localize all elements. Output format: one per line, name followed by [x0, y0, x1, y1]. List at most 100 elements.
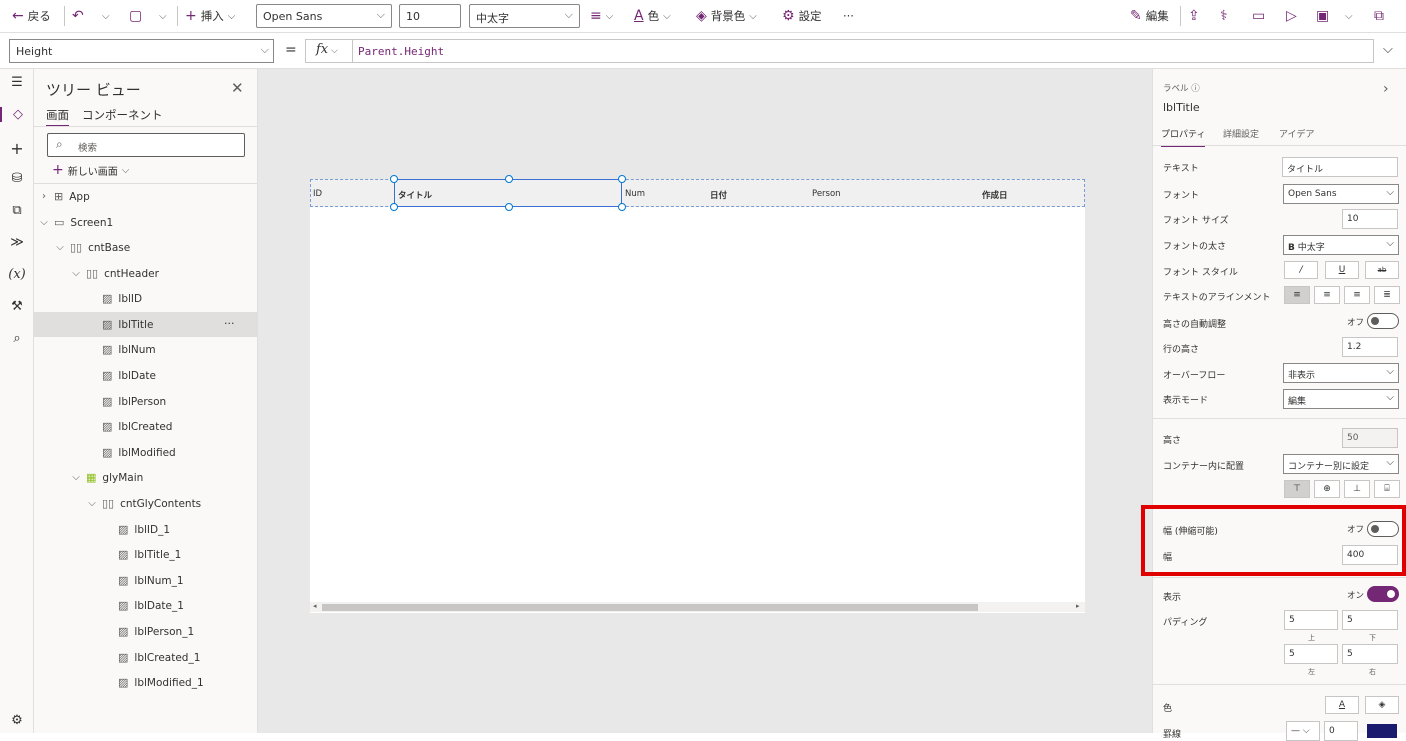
tree-item-lblperson[interactable]: ▨ lblPerson — [34, 389, 258, 414]
align-justify-button[interactable]: ≣ — [1374, 286, 1400, 304]
tree-item-lbldate-1[interactable]: ▨ lblDate_1 — [34, 593, 258, 618]
tree-item-glymain[interactable]: ⌵ ▦ glyMain — [34, 465, 258, 490]
resize-handle[interactable] — [618, 175, 626, 183]
resize-handle[interactable] — [390, 175, 398, 183]
font-dropdown[interactable]: Open Sans ⌵ — [256, 4, 392, 28]
color-button[interactable]: A 色 ⌵ — [634, 5, 671, 27]
tree-item-lblid[interactable]: ▨ lblID — [34, 286, 258, 311]
padding-bottom-input[interactable]: 5 — [1342, 610, 1398, 630]
power-automate-icon[interactable]: ≫ — [0, 235, 34, 250]
font-size-input[interactable]: 10 — [1342, 209, 1398, 229]
paste-button[interactable]: ▢ — [129, 5, 142, 27]
tree-item-lblnum-1[interactable]: ▨ lblNum_1 — [34, 568, 258, 593]
resize-handle[interactable] — [505, 203, 513, 211]
insert-button[interactable]: + 挿入 ⌵ — [185, 5, 235, 27]
tree-item-cntglycontents[interactable]: ⌵ ▯▯ cntGlyContents — [34, 491, 258, 516]
save-button[interactable]: ▣ — [1316, 5, 1329, 27]
resize-handle[interactable] — [390, 203, 398, 211]
align-top-button[interactable]: ⊤ — [1284, 480, 1310, 498]
tree-item-lblid-1[interactable]: ▨ lblID_1 — [34, 517, 258, 542]
expand-formula-button[interactable]: ⌵ — [1383, 42, 1393, 57]
font-dropdown[interactable]: Open Sans ⌵ — [1283, 184, 1399, 204]
comments-button[interactable]: ▭ — [1252, 5, 1265, 27]
undo-dropdown-button[interactable]: ⌵ — [102, 5, 110, 27]
visible-toggle[interactable] — [1367, 586, 1399, 602]
height-input[interactable]: 50 — [1342, 428, 1398, 448]
new-screen-button[interactable]: + 新しい画面 ⌵ — [52, 162, 129, 178]
tree-item-cntheader[interactable]: ⌵ ▯▯ cntHeader — [34, 261, 258, 286]
tree-item-cntbase[interactable]: ⌵ ▯▯ cntBase — [34, 235, 258, 260]
text-input[interactable]: タイトル — [1282, 157, 1398, 177]
align-middle-button[interactable]: ⊕ — [1314, 480, 1340, 498]
tree-item-lblperson-1[interactable]: ▨ lblPerson_1 — [34, 619, 258, 644]
display-mode-dropdown[interactable]: 編集 ⌵ — [1283, 389, 1399, 409]
tab-properties[interactable]: プロパティ — [1161, 127, 1206, 147]
undo-button[interactable]: ↶ — [72, 5, 84, 27]
border-thickness-input[interactable]: 0 — [1324, 721, 1358, 741]
app-checker-button[interactable]: ⚕ — [1220, 5, 1228, 27]
border-color-swatch[interactable] — [1367, 724, 1397, 738]
insert-plus-icon[interactable]: + — [0, 139, 34, 158]
app-screen[interactable]: ID タイトル Num 日付 Person 作成日 ◂ ▸ — [310, 175, 1085, 613]
padding-right-input[interactable]: 5 — [1342, 644, 1398, 664]
close-icon[interactable]: ✕ — [231, 79, 244, 97]
settings-button[interactable]: ⚙ 設定 — [782, 5, 822, 27]
search-icon[interactable]: ⌕ — [0, 331, 34, 346]
property-dropdown[interactable]: Height ⌵ — [9, 39, 274, 63]
resize-handle[interactable] — [505, 175, 513, 183]
tree-item-lbldate[interactable]: ▨ lblDate — [34, 363, 258, 388]
scrollbar-thumb[interactable] — [322, 604, 978, 611]
scroll-left-icon[interactable]: ◂ — [313, 602, 317, 610]
tree-item-lbltitle[interactable]: ▨ lblTitle ··· — [34, 312, 258, 337]
tree-item-lblcreated[interactable]: ▨ lblCreated — [34, 414, 258, 439]
overflow-dropdown[interactable]: 非表示 ⌵ — [1283, 363, 1399, 383]
more-button[interactable]: ··· — [843, 5, 854, 27]
tools-icon[interactable]: ⚒ — [0, 299, 34, 314]
align-right-button[interactable]: ≡ — [1344, 286, 1370, 304]
hamburger-icon[interactable]: ☰ — [0, 75, 34, 90]
autoheight-toggle[interactable] — [1367, 313, 1399, 329]
resize-handle[interactable] — [618, 203, 626, 211]
gear-icon[interactable]: ⚙ — [0, 713, 34, 728]
underline-button[interactable]: U — [1325, 261, 1359, 279]
chevron-right-icon[interactable]: › — [1383, 81, 1389, 97]
tree-item-lblmodified[interactable]: ▨ lblModified — [34, 440, 258, 465]
line-height-input[interactable]: 1.2 — [1342, 337, 1398, 357]
container-align-dropdown[interactable]: コンテナー別に設定 ⌵ — [1283, 454, 1399, 474]
tree-item-screen1[interactable]: ⌵ ▭ Screen1 — [34, 210, 258, 235]
align-center-button[interactable]: ≡ — [1314, 286, 1340, 304]
align-button[interactable]: ≡ ⌵ — [590, 5, 613, 27]
fill-color-button[interactable]: ◈ — [1365, 696, 1399, 714]
layers-icon[interactable]: ◇ — [0, 107, 34, 122]
align-bottom-button[interactable]: ⊥ — [1344, 480, 1370, 498]
variables-icon[interactable]: (x) — [0, 267, 34, 282]
search-box[interactable]: ⌕ 検索 — [47, 133, 245, 157]
edit-button[interactable]: ✎ 編集 — [1130, 5, 1169, 27]
font-color-button[interactable]: A — [1325, 696, 1359, 714]
font-weight-dropdown[interactable]: B 中太字 ⌵ — [1283, 235, 1399, 255]
tab-components[interactable]: コンポーネント — [82, 107, 163, 123]
share-button[interactable]: ⇪ — [1188, 5, 1200, 27]
tab-screens[interactable]: 画面 — [46, 107, 69, 127]
help-icon[interactable]: ⓘ — [1191, 84, 1200, 94]
tree-item-app[interactable]: › ⊞ App — [34, 184, 258, 209]
database-icon[interactable]: ⛁ — [0, 171, 34, 186]
fx-button[interactable]: fx ⌵ — [305, 39, 353, 63]
border-style-dropdown[interactable]: — ⌵ — [1286, 721, 1320, 741]
formula-input[interactable]: Parent.Height — [352, 39, 1374, 63]
paste-dropdown-button[interactable]: ⌵ — [159, 5, 167, 27]
more-options-button[interactable]: ··· — [224, 317, 235, 330]
align-stretch-button[interactable]: ⌸ — [1374, 480, 1400, 498]
horizontal-scrollbar[interactable]: ◂ ▸ — [310, 602, 1085, 612]
italic-button[interactable]: / — [1284, 261, 1318, 279]
font-weight-dropdown[interactable]: 中太字 ⌵ — [469, 4, 580, 28]
strikethrough-button[interactable]: ab — [1365, 261, 1399, 279]
preview-button[interactable]: ▷ — [1286, 5, 1297, 27]
tab-advanced[interactable]: 詳細設定 — [1223, 127, 1259, 140]
media-icon[interactable]: ⧉ — [0, 203, 34, 218]
align-left-button[interactable]: ≡ — [1284, 286, 1310, 304]
back-button[interactable]: ← 戻る — [12, 5, 51, 27]
save-dropdown-button[interactable]: ⌵ — [1345, 5, 1353, 27]
padding-left-input[interactable]: 5 — [1284, 644, 1338, 664]
publish-button[interactable]: ⧉ — [1374, 5, 1384, 27]
